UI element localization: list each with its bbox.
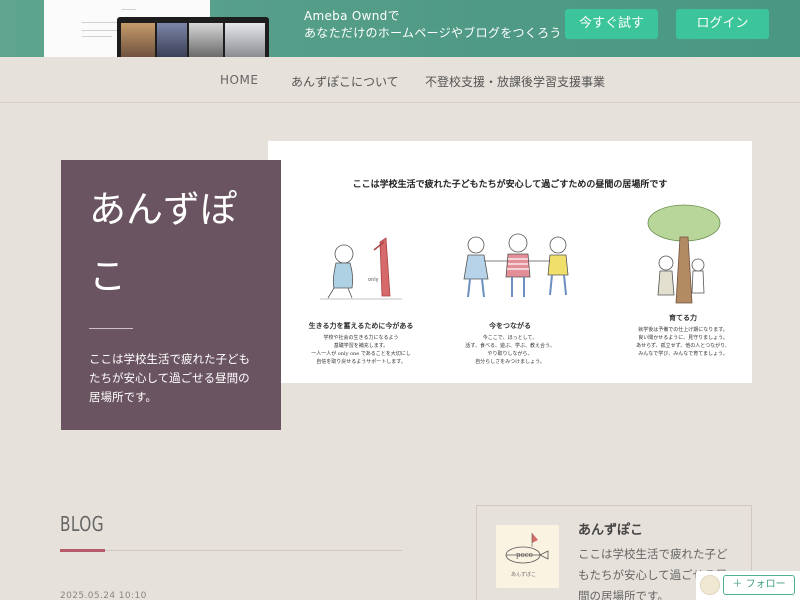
column-heading: 育てる力: [669, 313, 697, 322]
blog-heading: BLOG: [60, 512, 105, 536]
try-now-button[interactable]: 今すぐ試す: [565, 9, 658, 39]
hero-caption: ここは学校生活で疲れた子どもたちが安心して過ごすための昼間の居場所です: [352, 180, 668, 190]
promo-text: Ameba Owndで あなただけのホームページやブログをつくろう: [304, 8, 562, 42]
child-with-number-one-illustration: only: [320, 237, 402, 300]
column-line: 学校や社会の生きる力になるよう: [323, 335, 399, 341]
promo-banner: Ameba Owndで あなただけのホームページやブログをつくろう 今すぐ試す …: [0, 0, 800, 57]
svg-text:only: only: [368, 277, 379, 283]
promo-preview-gallery: [117, 17, 269, 57]
column-line: 就学後は予備での仕上げ期になります。: [638, 327, 728, 333]
column-line: やり取りしながら、: [487, 351, 533, 357]
follow-widget: ＋ フォロー: [696, 571, 800, 600]
blog-accent-bar: [60, 549, 105, 552]
column-line: 良い聞かせるように、見守りましょう。: [638, 335, 728, 341]
title-divider: [89, 328, 133, 329]
hero-column-1: 生きる力を蓄えるために今がある 学校や社会の生きる力になるよう 基礎学習を補充し…: [286, 321, 436, 366]
column-heading: 生きる力を蓄えるために今がある: [308, 321, 414, 330]
hero-illustration: ここは学校生活で疲れた子どもたちが安心して過ごすための昼間の居場所です only…: [268, 141, 752, 383]
nav-item-home[interactable]: HOME: [220, 73, 258, 87]
blog-divider: [60, 550, 402, 551]
promo-line-2: あなただけのホームページやブログをつくろう: [304, 26, 562, 40]
promo-line-1: Ameba Owndで: [304, 9, 400, 23]
profile-logo[interactable]: poco あんずぽこ: [496, 525, 559, 588]
follow-button[interactable]: ＋ フォロー: [723, 575, 795, 595]
column-line: 今ここで、ほっとして、: [482, 335, 538, 341]
profile-logo-text: poco: [516, 551, 533, 559]
column-line: 一人一人が only one であることを大切にし: [311, 351, 411, 357]
column-line: 自分らしさをみつけましょう。: [475, 359, 545, 365]
profile-logo-subtext: あんずぽこ: [511, 572, 537, 578]
hero-column-3: 育てる力 就学後は予備での仕上げ期になります。 良い聞かせるように、見守りましょ…: [618, 313, 748, 358]
column-line: あせらず、孤立せず、他の人とつながり、: [636, 343, 730, 349]
site-title-card: あんずぽこ ここは学校生活で疲れた子どもたちが安心して過ごせる昼間の居場所です。: [61, 160, 281, 430]
column-line: 基礎学習を補充します。: [333, 343, 389, 349]
site-description: ここは学校生活で疲れた子どもたちが安心して過ごせる昼間の居場所です。: [89, 352, 250, 404]
nav-item-about[interactable]: あんずぽこについて: [291, 73, 399, 90]
blog-post-date: 2025.05.24 10:10: [60, 591, 147, 600]
login-button[interactable]: ログイン: [676, 9, 769, 39]
column-heading: 今をつながる: [489, 321, 531, 330]
nav-item-support[interactable]: 不登校支援・放課後学習支援事業: [425, 73, 605, 90]
profile-name[interactable]: あんずぽこ: [578, 519, 643, 538]
column-line: 自信を取り戻せるようサポートします。: [316, 359, 406, 365]
main-nav: HOME あんずぽこについて 不登校支援・放課後学習支援事業: [0, 57, 800, 103]
child-with-tree-illustration: [647, 204, 721, 304]
children-holding-hands-illustration: [463, 233, 569, 298]
hero-column-2: 今をつながる 今ここで、ほっとして、 話す、食べる、遊ぶ、学ぶ、教え合う。 やり…: [450, 321, 570, 366]
follow-avatar: [700, 575, 720, 595]
column-line: 話す、食べる、遊ぶ、学ぶ、教え合う。: [465, 343, 555, 349]
site-title: あんずぽこ: [89, 188, 237, 298]
column-line: みんなで学び、みんなで育てましょう。: [638, 351, 728, 357]
